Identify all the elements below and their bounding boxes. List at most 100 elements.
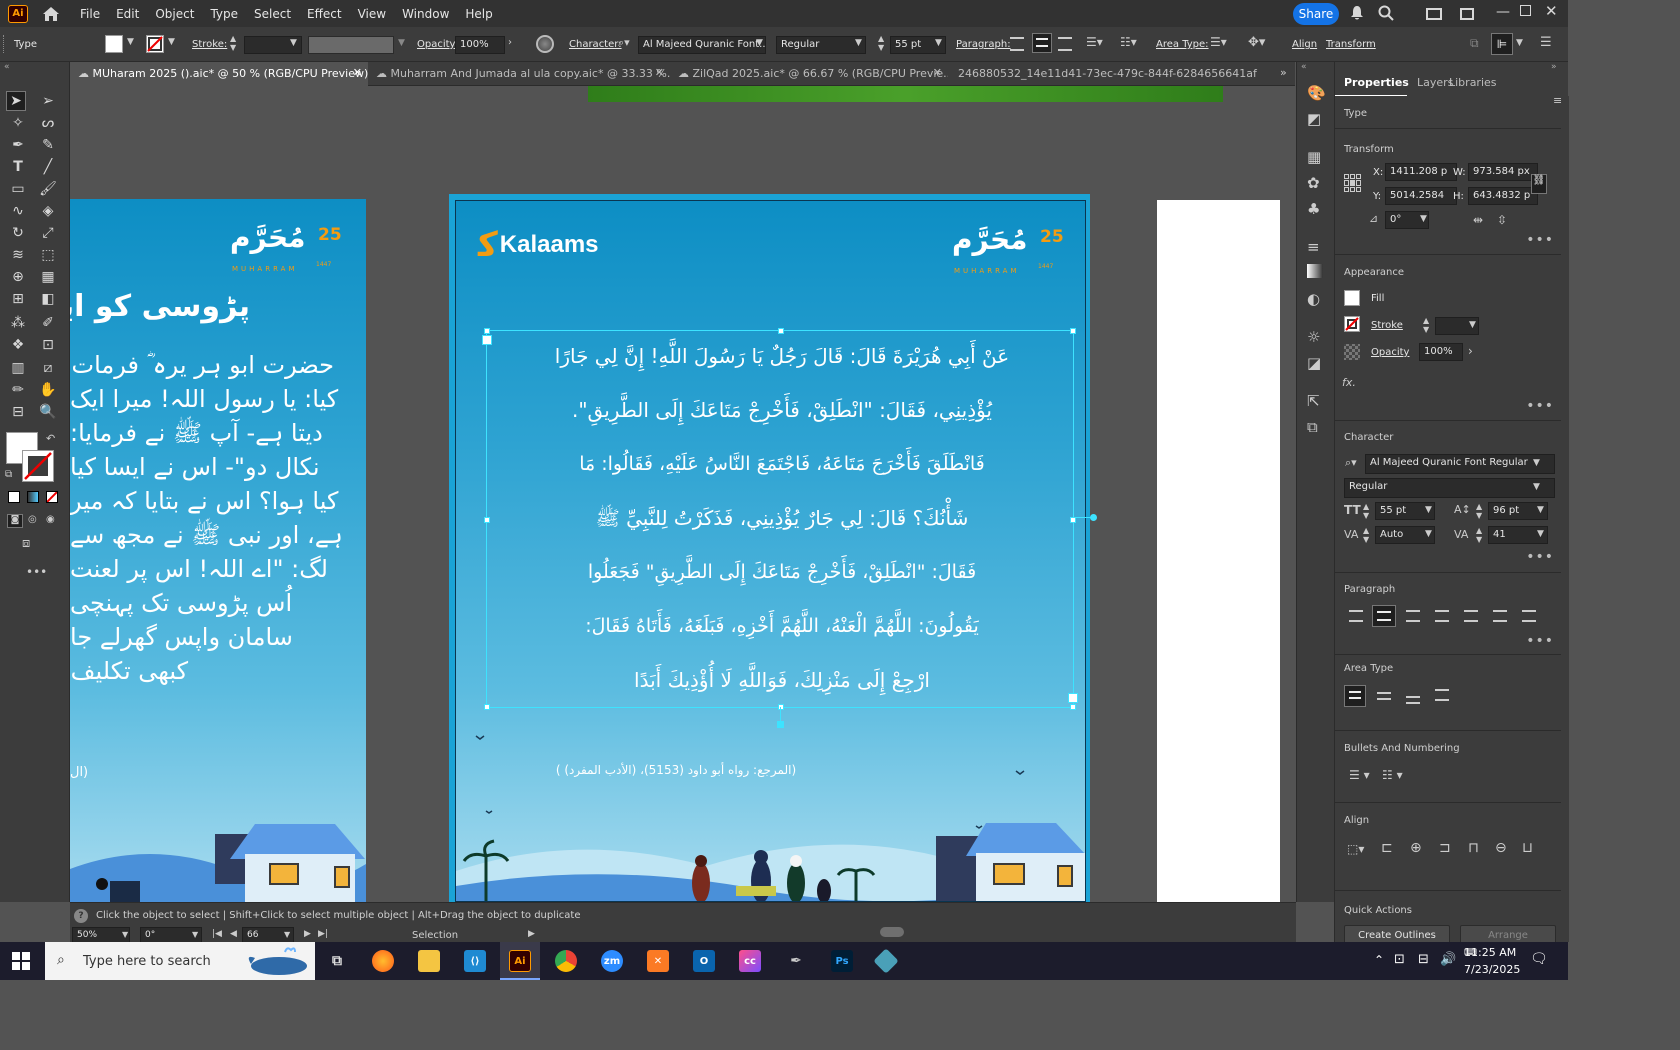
free-transform-tool-icon[interactable]: ⬚ bbox=[38, 245, 58, 265]
transform-more-options[interactable]: ••• bbox=[1526, 232, 1554, 248]
opacity-expand-icon[interactable]: › bbox=[508, 37, 512, 48]
font-size-dropdown-icon[interactable]: ▼ bbox=[1425, 505, 1432, 515]
in-port-icon[interactable] bbox=[482, 335, 492, 345]
tab-properties[interactable]: Properties bbox=[1344, 76, 1409, 89]
height-field[interactable]: 643.4832 p bbox=[1468, 187, 1538, 205]
lasso-tool-icon[interactable]: ᔕ bbox=[38, 113, 58, 133]
draw-behind-icon[interactable]: ◎ bbox=[28, 514, 37, 525]
font-style-dropdown-icon[interactable]: ▼ bbox=[1533, 482, 1540, 492]
leading-dropdown-icon[interactable]: ▼ bbox=[1537, 505, 1544, 515]
gradient-panel-icon[interactable] bbox=[1307, 264, 1323, 278]
vscode-icon[interactable]: ⟨⟩ bbox=[464, 950, 486, 972]
vertical-align-widget[interactable] bbox=[777, 707, 784, 728]
pen-tool-icon[interactable]: ✒ bbox=[8, 135, 28, 155]
align-horizontal-centers-icon[interactable]: ⊕ bbox=[1410, 840, 1422, 856]
horizontal-scrollbar[interactable] bbox=[544, 926, 1274, 938]
tab-converted-file[interactable]: 246880532_14e11d41-73ec-479c-844f-628465… bbox=[950, 62, 1260, 86]
artboard-left[interactable]: مُحَرَّم 25 MUHARRAM 1447 پڑوسی کو اید ح… bbox=[70, 199, 366, 902]
hand-tool-icon[interactable]: ✋ bbox=[38, 380, 58, 400]
bell-icon[interactable] bbox=[1350, 5, 1366, 21]
share-button[interactable]: Share bbox=[1293, 3, 1339, 25]
line-segment-tool-icon[interactable]: ╱ bbox=[38, 157, 58, 177]
scale-tool-icon[interactable]: ⤢ bbox=[38, 223, 58, 243]
curvature-tool-icon[interactable]: ✎ bbox=[38, 135, 58, 155]
restore-icon[interactable] bbox=[1520, 5, 1531, 16]
type-tool-icon[interactable]: T bbox=[8, 157, 28, 177]
perspective-grid-tool-icon[interactable]: ▦ bbox=[38, 267, 58, 287]
blend-tool-icon[interactable]: ⁂ bbox=[8, 313, 28, 333]
taskbar-date[interactable]: 7/23/2025 bbox=[1464, 963, 1520, 976]
justify-all-icon[interactable] bbox=[1522, 610, 1536, 622]
area-align-bottom-icon[interactable] bbox=[1406, 696, 1420, 704]
justify-left-icon[interactable] bbox=[1435, 610, 1449, 622]
current-tool-status[interactable]: Selection bbox=[412, 930, 458, 941]
symbol-sprayer-tool-icon[interactable]: ❖ bbox=[8, 335, 28, 355]
appearance-fill-swatch[interactable] bbox=[1344, 290, 1360, 306]
eraser-tool-icon[interactable]: ◈ bbox=[38, 201, 58, 221]
canvas[interactable]: مُحَرَّم 25 MUHARRAM 1447 پڑوسی کو اید ح… bbox=[70, 86, 1280, 902]
character-more-options[interactable]: ••• bbox=[1526, 549, 1554, 565]
constrain-proportions-icon[interactable]: ⛓ bbox=[1531, 174, 1547, 194]
stroke-stepper-icon[interactable]: ▲ ▼ bbox=[230, 34, 236, 52]
profile-dropdown-icon[interactable]: ▼ bbox=[398, 38, 405, 48]
menu-window[interactable]: Window bbox=[394, 7, 457, 21]
menu-help[interactable]: Help bbox=[457, 7, 500, 21]
tray-app-icon[interactable]: ⊡ bbox=[1394, 952, 1405, 967]
collapse-panel-icon[interactable]: « bbox=[4, 62, 10, 72]
bullets-list-icon[interactable]: ☰ ▾ bbox=[1349, 768, 1370, 782]
photoshop-icon[interactable]: Ps bbox=[831, 950, 853, 972]
rectangle-tool-icon[interactable]: ▭ bbox=[8, 179, 28, 199]
swap-colors-icon[interactable]: ↶ bbox=[46, 432, 55, 445]
font-family-dropdown-icon[interactable]: ▼ bbox=[756, 38, 763, 48]
draw-inside-icon[interactable]: ◉ bbox=[46, 514, 55, 525]
print-tiling-tool-icon[interactable]: ⊟ bbox=[8, 402, 28, 422]
stroke-weight-stepper-icon[interactable]: ▲ ▼ bbox=[1423, 316, 1429, 334]
chrome-icon[interactable] bbox=[555, 950, 577, 972]
image-trace-icon[interactable]: ◩ bbox=[1307, 110, 1321, 128]
minimize-icon[interactable]: — bbox=[1496, 4, 1510, 20]
panel-options-icon[interactable]: ⊫ bbox=[1491, 33, 1513, 55]
area-align-justify-icon[interactable] bbox=[1435, 689, 1449, 701]
pen-app-icon[interactable]: ✒ bbox=[785, 950, 807, 972]
font-search-icon[interactable]: ⌕▾ bbox=[1345, 456, 1357, 470]
search-icon[interactable] bbox=[1378, 5, 1396, 23]
area-type-icon[interactable]: ☰▾ bbox=[1210, 35, 1227, 49]
opacity-expand-icon[interactable]: › bbox=[1468, 344, 1473, 358]
artboard-dropdown-icon[interactable]: ▼ bbox=[284, 930, 290, 939]
column-graph-tool-icon[interactable]: ▥ bbox=[8, 358, 28, 378]
help-icon[interactable]: ? bbox=[74, 909, 88, 923]
tab-close-icon[interactable]: ✕ bbox=[655, 66, 664, 79]
creative-cloud-icon[interactable]: cc bbox=[739, 950, 761, 972]
shaper-tool-icon[interactable]: ∿ bbox=[8, 201, 28, 221]
zoom-tool-icon[interactable]: 🔍 bbox=[38, 402, 58, 422]
last-artboard-icon[interactable]: ▶| bbox=[318, 929, 328, 939]
justify-center-icon[interactable] bbox=[1464, 610, 1478, 622]
font-size-stepper-icon[interactable]: ▲ ▼ bbox=[878, 34, 884, 52]
taskbar-time[interactable]: 11:25 AM bbox=[1464, 946, 1516, 959]
appearance-panel-icon[interactable]: ☼ bbox=[1307, 328, 1320, 346]
resize-handle[interactable] bbox=[778, 328, 784, 334]
font-size-dropdown-icon[interactable]: ▼ bbox=[935, 38, 942, 48]
workspace-icon[interactable] bbox=[1426, 8, 1442, 20]
kerning-dropdown-icon[interactable]: ▼ bbox=[1425, 529, 1432, 539]
stroke-swatch[interactable] bbox=[146, 35, 164, 53]
x-position-field[interactable]: 1411.208 p bbox=[1385, 163, 1457, 181]
align-link[interactable]: Align bbox=[1292, 39, 1317, 50]
numbering-icon[interactable]: ☷▾ bbox=[1120, 35, 1137, 49]
gradient-mode-icon[interactable] bbox=[27, 491, 39, 503]
none-mode-icon[interactable] bbox=[46, 491, 58, 503]
zoom-app-icon[interactable]: zm bbox=[601, 950, 623, 972]
show-hidden-icons-icon[interactable]: ⌃ bbox=[1374, 953, 1384, 967]
artboard-right[interactable] bbox=[1157, 200, 1280, 902]
width-field[interactable]: 973.584 px bbox=[1468, 163, 1538, 181]
app-diamond-icon[interactable] bbox=[873, 948, 899, 974]
appearance-stroke-swatch[interactable] bbox=[1344, 316, 1360, 332]
tab-layers[interactable]: Layers bbox=[1417, 76, 1453, 89]
y-position-field[interactable]: 5014.2584 bbox=[1385, 187, 1457, 205]
menu-effect[interactable]: Effect bbox=[299, 7, 350, 21]
opacity-field[interactable]: 100% bbox=[455, 36, 505, 54]
stroke-weight-dropdown-icon[interactable]: ▼ bbox=[1469, 320, 1476, 330]
draw-normal-icon[interactable]: ◙ bbox=[7, 514, 23, 528]
align-center-icon[interactable] bbox=[1032, 33, 1052, 53]
resize-handle[interactable] bbox=[778, 704, 784, 710]
